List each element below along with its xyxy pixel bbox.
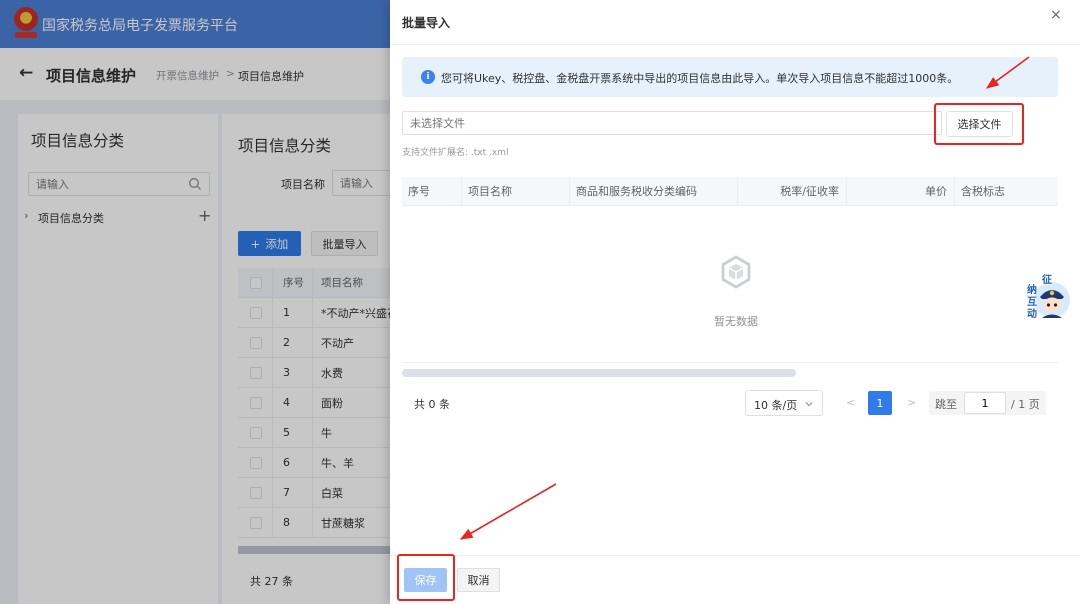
column-header-tax-included: 含税标志 [961,185,1005,198]
file-name-field[interactable] [402,111,942,135]
drawer-title: 批量导入 [402,16,451,30]
save-button[interactable]: 保存 [404,568,447,592]
page-jumper: 跳至 / 1 页 [929,391,1046,415]
next-page-button[interactable]: > [907,396,916,409]
pagination-total: 共 0 条 [414,398,450,411]
column-header-tax-code: 商品和服务税收分类编码 [570,177,738,205]
page-size-select[interactable]: 10 条/页 [745,390,823,416]
service-avatar-icon[interactable] [1032,280,1072,320]
jump-label: 跳至 [935,398,957,411]
cancel-button[interactable]: 取消 [457,568,500,592]
chevron-down-icon [805,402,813,407]
empty-box-icon [721,255,751,289]
empty-state-text: 暂无数据 [714,315,758,328]
info-icon: i [421,70,435,84]
jump-page-input[interactable] [964,392,1006,414]
page-size-value: 10 条/页 [754,399,798,412]
import-table-scrollbar[interactable] [402,369,796,377]
drawer-header-divider [390,44,1080,45]
page-number-1[interactable]: 1 [868,391,892,415]
file-extension-hint: 支持文件扩展名: .txt .xml [402,148,509,158]
alert-text: 您可将Ukey、税控盘、金税盘开票系统中导出的项目信息由此导入。单次导入项目信息… [441,72,959,85]
drawer-footer-divider [390,555,1080,556]
import-table-header: 序号 项目名称 商品和服务税收分类编码 税率/征收率 单价 含税标志 [402,177,1058,206]
column-header-index: 序号 [402,177,462,205]
prev-page-button[interactable]: < [846,396,855,409]
table-bottom-border [402,362,1058,363]
widget-char[interactable]: 动 [1027,305,1037,320]
choose-file-button[interactable]: 选择文件 [946,111,1013,137]
widget-char[interactable]: 征 [1042,271,1052,286]
column-header-unit-price: 单价 [847,177,955,205]
column-header-item-name: 项目名称 [462,177,570,205]
column-header-tax-rate: 税率/征收率 [738,177,847,205]
close-icon[interactable]: × [1050,7,1062,23]
batch-import-drawer: 批量导入 × i 您可将Ukey、税控盘、金税盘开票系统中导出的项目信息由此导入… [390,0,1080,604]
import-info-alert: i 您可将Ukey、税控盘、金税盘开票系统中导出的项目信息由此导入。单次导入项目… [402,57,1058,97]
total-pages: / 1 页 [1011,398,1040,411]
